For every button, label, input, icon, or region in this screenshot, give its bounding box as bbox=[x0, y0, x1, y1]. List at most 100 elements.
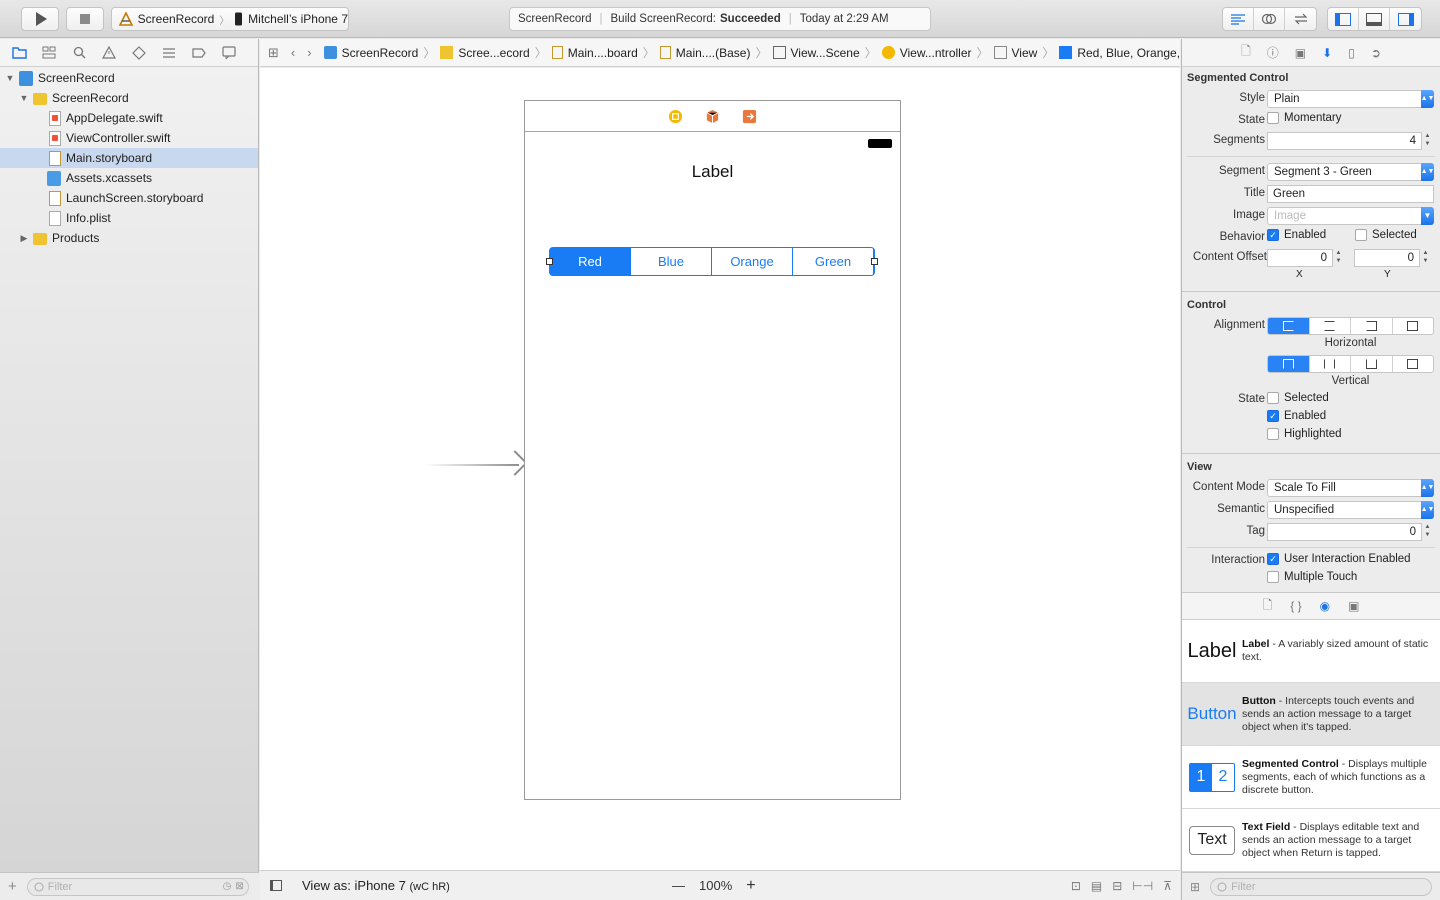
semantic-popup[interactable]: Unspecified ▲▼ bbox=[1267, 501, 1434, 519]
segment-enabled-checkbox[interactable]: ✓ Enabled bbox=[1267, 229, 1326, 241]
view-controller-scene[interactable]: Label Red Blue Orange Green bbox=[524, 100, 901, 800]
warning-icon[interactable] bbox=[100, 45, 118, 61]
checkbox-checked[interactable]: ✓ bbox=[1267, 410, 1279, 422]
momentary-checkbox[interactable]: Momentary bbox=[1267, 112, 1342, 124]
offset-y-input[interactable]: 0 bbox=[1354, 249, 1420, 267]
symbol-navigator-icon[interactable] bbox=[40, 45, 58, 61]
document-outline-toggle-icon[interactable] bbox=[270, 880, 282, 891]
size-inspector-icon[interactable]: ▯ bbox=[1348, 46, 1355, 60]
tree-item-project[interactable]: ▼ ScreenRecord bbox=[0, 68, 258, 88]
grid-view-icon[interactable]: ⊞ bbox=[1190, 880, 1200, 894]
report-icon[interactable] bbox=[220, 45, 238, 61]
checkbox-unchecked[interactable] bbox=[1267, 392, 1279, 404]
disclosure-open-icon[interactable]: ▼ bbox=[18, 93, 30, 103]
multiple-touch-checkbox[interactable]: Multiple Touch bbox=[1267, 571, 1357, 583]
control-highlighted-checkbox[interactable]: Highlighted bbox=[1267, 428, 1342, 440]
chevron-down-icon[interactable]: ▼ bbox=[1421, 207, 1434, 225]
align-bottom-button[interactable] bbox=[1351, 356, 1393, 372]
title-input[interactable]: Green bbox=[1267, 185, 1434, 203]
breadcrumb-storyboard[interactable]: Main....board 〉 bbox=[551, 44, 660, 61]
code-snippet-icon[interactable]: { } bbox=[1290, 599, 1301, 613]
pin-icon[interactable]: ⊢⊣ bbox=[1132, 879, 1153, 893]
segment-red[interactable]: Red bbox=[550, 248, 631, 275]
zoom-in-button[interactable]: + bbox=[746, 877, 755, 895]
back-arrow-icon[interactable]: ‹ bbox=[291, 45, 295, 60]
update-frames-icon[interactable]: ⊡ bbox=[1071, 879, 1081, 893]
search-icon[interactable] bbox=[70, 45, 88, 61]
tag-input[interactable]: 0 bbox=[1267, 523, 1422, 541]
breadcrumb-scene[interactable]: View...Scene 〉 bbox=[772, 44, 882, 61]
add-icon[interactable]: + bbox=[8, 878, 17, 895]
align-icon[interactable]: ⊟ bbox=[1112, 879, 1122, 893]
library-item-label[interactable]: Label Label - A variably sized amount of… bbox=[1182, 620, 1440, 683]
version-editor-button[interactable] bbox=[1285, 8, 1316, 30]
assistant-editor-button[interactable] bbox=[1254, 8, 1285, 30]
image-combo[interactable]: Image ▼ bbox=[1267, 207, 1434, 225]
segment-orange[interactable]: Orange bbox=[712, 248, 793, 275]
style-popup[interactable]: Plain ▲▼ bbox=[1267, 90, 1434, 108]
disclosure-closed-icon[interactable]: ▶ bbox=[18, 233, 30, 244]
scheme-selector[interactable]: ScreenRecord 〉 Mitchell’s iPhone 7 bbox=[111, 7, 349, 31]
tree-item-infoplist[interactable]: Info.plist bbox=[0, 208, 258, 228]
toggle-debug-button[interactable] bbox=[1359, 8, 1390, 30]
zoom-out-button[interactable]: — bbox=[672, 878, 685, 893]
segment-selected-checkbox[interactable]: Selected bbox=[1355, 229, 1417, 241]
resize-handle-right[interactable] bbox=[871, 258, 878, 265]
user-interaction-checkbox[interactable]: ✓ User Interaction Enabled bbox=[1267, 553, 1411, 565]
exit-icon[interactable] bbox=[742, 109, 757, 124]
align-fill-h-button[interactable] bbox=[1393, 318, 1434, 334]
control-selected-checkbox[interactable]: Selected bbox=[1267, 392, 1329, 404]
segment-green[interactable]: Green bbox=[793, 248, 874, 275]
resolve-autolayout-icon[interactable]: ⊼ bbox=[1163, 879, 1172, 893]
toggle-utilities-button[interactable] bbox=[1390, 8, 1421, 30]
breadcrumb-base[interactable]: Main....(Base) 〉 bbox=[659, 44, 773, 61]
align-right-button[interactable] bbox=[1351, 318, 1393, 334]
embed-stack-icon[interactable]: ▤ bbox=[1091, 879, 1102, 893]
breadcrumb-viewcontroller[interactable]: View...ntroller 〉 bbox=[881, 44, 994, 61]
breadcrumb-project[interactable]: ScreenRecord 〉 bbox=[323, 44, 441, 61]
stepper-icon[interactable]: ▲ ▼ bbox=[1334, 249, 1343, 267]
library-item-button[interactable]: Button Button - Intercepts touch events … bbox=[1182, 683, 1440, 746]
align-center-v-button[interactable] bbox=[1310, 356, 1351, 372]
stop-button[interactable] bbox=[66, 7, 104, 31]
checkbox-unchecked[interactable] bbox=[1267, 571, 1279, 583]
standard-editor-button[interactable] bbox=[1223, 8, 1254, 30]
breadcrumb-view[interactable]: View 〉 bbox=[993, 44, 1060, 61]
label-view[interactable]: Label bbox=[525, 162, 900, 182]
recent-files-icon[interactable]: ◷ bbox=[223, 881, 232, 892]
library-item-text-field[interactable]: Text Text Field - Displays editable text… bbox=[1182, 809, 1440, 872]
segment-popup[interactable]: Segment 3 - Green ▲▼ bbox=[1267, 163, 1434, 181]
breakpoint-icon[interactable] bbox=[190, 45, 208, 61]
segment-blue[interactable]: Blue bbox=[631, 248, 712, 275]
forward-arrow-icon[interactable]: › bbox=[307, 45, 311, 60]
stepper-icon[interactable]: ▲ ▼ bbox=[1423, 132, 1432, 150]
segments-count-input[interactable]: 4 bbox=[1267, 132, 1422, 150]
checkbox-unchecked[interactable] bbox=[1267, 428, 1279, 440]
first-responder-icon[interactable] bbox=[705, 109, 720, 124]
align-fill-v-button[interactable] bbox=[1393, 356, 1434, 372]
control-enabled-checkbox[interactable]: ✓ Enabled bbox=[1267, 410, 1326, 422]
debug-navigator-icon[interactable] bbox=[160, 45, 178, 61]
stepper-icon[interactable]: ▲ ▼ bbox=[1423, 523, 1432, 541]
folder-navigator-icon[interactable] bbox=[10, 45, 28, 61]
run-button[interactable] bbox=[21, 7, 59, 31]
align-top-button[interactable] bbox=[1268, 356, 1310, 372]
file-template-icon[interactable]: 🗋 bbox=[1263, 596, 1273, 617]
attributes-inspector-icon[interactable]: ⬇ bbox=[1322, 46, 1332, 60]
stepper-icon[interactable]: ▲ ▼ bbox=[1421, 249, 1430, 267]
view-as-device[interactable]: View as: iPhone 7 (wC hR) bbox=[302, 878, 450, 893]
library-item-segmented-control[interactable]: 1 2 Segmented Control - Displays multipl… bbox=[1182, 746, 1440, 809]
storyboard-canvas[interactable]: Label Red Blue Orange Green bbox=[260, 68, 1180, 870]
segmented-control[interactable]: Red Blue Orange Green bbox=[546, 247, 878, 276]
checkbox-checked[interactable]: ✓ bbox=[1267, 229, 1279, 241]
related-items-icon[interactable]: ⊞ bbox=[268, 45, 279, 61]
align-center-h-button[interactable] bbox=[1310, 318, 1351, 334]
tree-item-appdelegate[interactable]: AppDelegate.swift bbox=[0, 108, 258, 128]
test-diamond-icon[interactable] bbox=[130, 45, 148, 61]
view-controller-icon[interactable] bbox=[668, 109, 683, 124]
resize-handle-left[interactable] bbox=[546, 258, 553, 265]
offset-x-input[interactable]: 0 bbox=[1267, 249, 1333, 267]
file-inspector-icon[interactable]: 🗋 bbox=[1241, 42, 1251, 63]
tree-item-group[interactable]: ▼ ScreenRecord bbox=[0, 88, 258, 108]
checkbox-checked[interactable]: ✓ bbox=[1267, 553, 1279, 565]
